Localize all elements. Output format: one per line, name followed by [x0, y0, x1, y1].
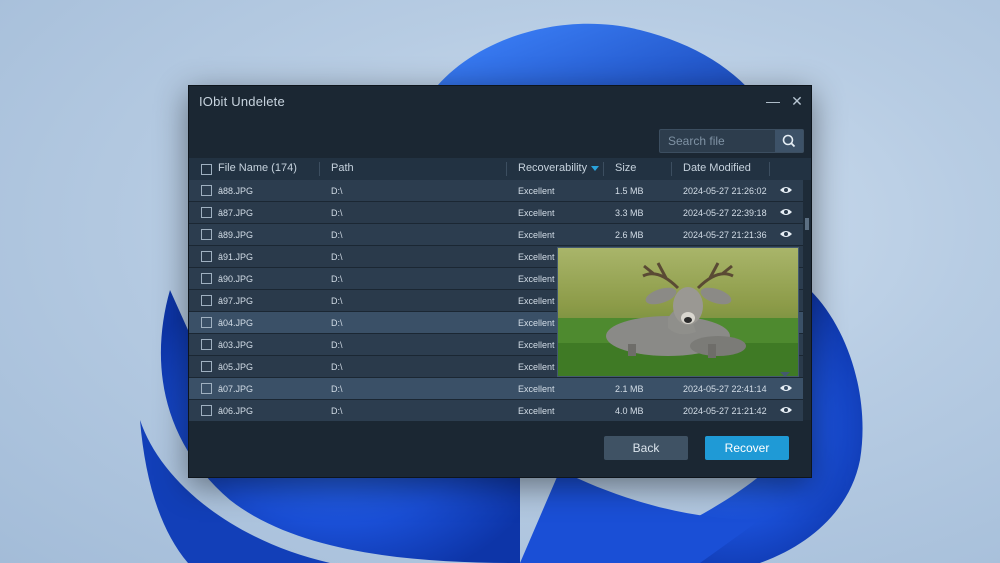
file-path: D:\ — [331, 340, 343, 350]
file-date: 2024-05-27 21:26:02 — [683, 186, 767, 196]
column-header-name[interactable]: File Name (174) — [218, 162, 297, 174]
row-checkbox[interactable] — [201, 185, 212, 196]
table-header: File Name (174) Path Recoverability Size… — [189, 158, 811, 180]
file-size: 2.6 MB — [615, 230, 644, 240]
file-date: 2024-05-27 22:41:14 — [683, 384, 767, 394]
file-recoverability: Excellent — [518, 252, 555, 262]
row-checkbox[interactable] — [201, 273, 212, 284]
row-checkbox[interactable] — [201, 383, 212, 394]
table-row[interactable]: â07.JPG D:\ Excellent 2.1 MB 2024-05-27 … — [189, 378, 803, 399]
file-date: 2024-05-27 21:21:36 — [683, 230, 767, 240]
image-preview — [557, 247, 799, 377]
file-path: D:\ — [331, 362, 343, 372]
file-path: D:\ — [331, 406, 343, 416]
file-name: â04.JPG — [218, 318, 254, 328]
file-name: â06.JPG — [218, 406, 254, 416]
eye-icon[interactable] — [779, 185, 793, 195]
file-path: D:\ — [331, 186, 343, 196]
file-name: â90.JPG — [218, 274, 254, 284]
eye-icon[interactable] — [779, 207, 793, 217]
file-size: 2.1 MB — [615, 384, 644, 394]
file-name: â91.JPG — [218, 252, 254, 262]
column-divider[interactable] — [319, 162, 320, 176]
file-path: D:\ — [331, 318, 343, 328]
row-checkbox[interactable] — [201, 207, 212, 218]
row-checkbox[interactable] — [201, 361, 212, 372]
eye-icon[interactable] — [779, 229, 793, 239]
file-size: 3.3 MB — [615, 208, 644, 218]
file-name: â89.JPG — [218, 230, 254, 240]
row-checkbox[interactable] — [201, 405, 212, 416]
eye-icon[interactable] — [779, 383, 793, 393]
row-checkbox[interactable] — [201, 295, 212, 306]
row-checkbox[interactable] — [201, 251, 212, 262]
preview-pointer — [780, 372, 790, 377]
row-checkbox[interactable] — [201, 229, 212, 240]
file-recoverability: Excellent — [518, 406, 555, 416]
file-size: 4.0 MB — [615, 406, 644, 416]
deer-photo-preview — [558, 248, 798, 376]
file-path: D:\ — [331, 230, 343, 240]
back-button[interactable]: Back — [604, 436, 688, 460]
file-name: â05.JPG — [218, 362, 254, 372]
file-recoverability: Excellent — [518, 340, 555, 350]
select-all-checkbox[interactable] — [201, 164, 212, 175]
title-bar: IObit Undelete — ✕ — [189, 86, 811, 118]
scrollbar-thumb[interactable] — [805, 218, 809, 230]
column-divider[interactable] — [671, 162, 672, 176]
file-recoverability: Excellent — [518, 384, 555, 394]
file-name: â87.JPG — [218, 208, 254, 218]
file-size: 1.5 MB — [615, 186, 644, 196]
column-header-size[interactable]: Size — [615, 162, 636, 174]
file-path: D:\ — [331, 274, 343, 284]
file-path: D:\ — [331, 252, 343, 262]
file-recoverability: Excellent — [518, 208, 555, 218]
row-checkbox[interactable] — [201, 317, 212, 328]
app-title: IObit Undelete — [199, 94, 285, 109]
table-row[interactable]: â06.JPG D:\ Excellent 4.0 MB 2024-05-27 … — [189, 400, 803, 421]
file-path: D:\ — [331, 208, 343, 218]
table-row[interactable]: â89.JPG D:\ Excellent 2.6 MB 2024-05-27 … — [189, 224, 803, 245]
row-checkbox[interactable] — [201, 339, 212, 350]
minimize-icon[interactable]: — — [763, 91, 783, 111]
file-name: â03.JPG — [218, 340, 254, 350]
table-row[interactable]: â88.JPG D:\ Excellent 1.5 MB 2024-05-27 … — [189, 180, 803, 201]
file-path: D:\ — [331, 384, 343, 394]
search-icon — [782, 134, 796, 148]
file-date: 2024-05-27 22:39:18 — [683, 208, 767, 218]
file-recoverability: Excellent — [518, 318, 555, 328]
column-header-date[interactable]: Date Modified — [683, 162, 751, 174]
file-name: â07.JPG — [218, 384, 254, 394]
file-recoverability: Excellent — [518, 186, 555, 196]
column-header-path[interactable]: Path — [331, 162, 354, 174]
sort-desc-icon[interactable] — [591, 166, 599, 172]
eye-icon[interactable] — [779, 405, 793, 415]
file-name: â97.JPG — [218, 296, 254, 306]
close-icon[interactable]: ✕ — [787, 91, 807, 111]
file-name: â88.JPG — [218, 186, 254, 196]
file-recoverability: Excellent — [518, 362, 555, 372]
column-divider[interactable] — [603, 162, 604, 176]
column-divider[interactable] — [506, 162, 507, 176]
file-recoverability: Excellent — [518, 296, 555, 306]
file-path: D:\ — [331, 296, 343, 306]
search-input[interactable] — [660, 130, 784, 152]
file-recoverability: Excellent — [518, 230, 555, 240]
column-divider[interactable] — [769, 162, 770, 176]
file-date: 2024-05-27 21:21:42 — [683, 406, 767, 416]
column-header-recoverability[interactable]: Recoverability — [518, 162, 587, 174]
table-row[interactable]: â87.JPG D:\ Excellent 3.3 MB 2024-05-27 … — [189, 202, 803, 223]
recover-button[interactable]: Recover — [705, 436, 789, 460]
vertical-scrollbar[interactable] — [803, 180, 811, 420]
search-box — [659, 129, 804, 153]
file-recoverability: Excellent — [518, 274, 555, 284]
search-button[interactable] — [775, 130, 803, 152]
